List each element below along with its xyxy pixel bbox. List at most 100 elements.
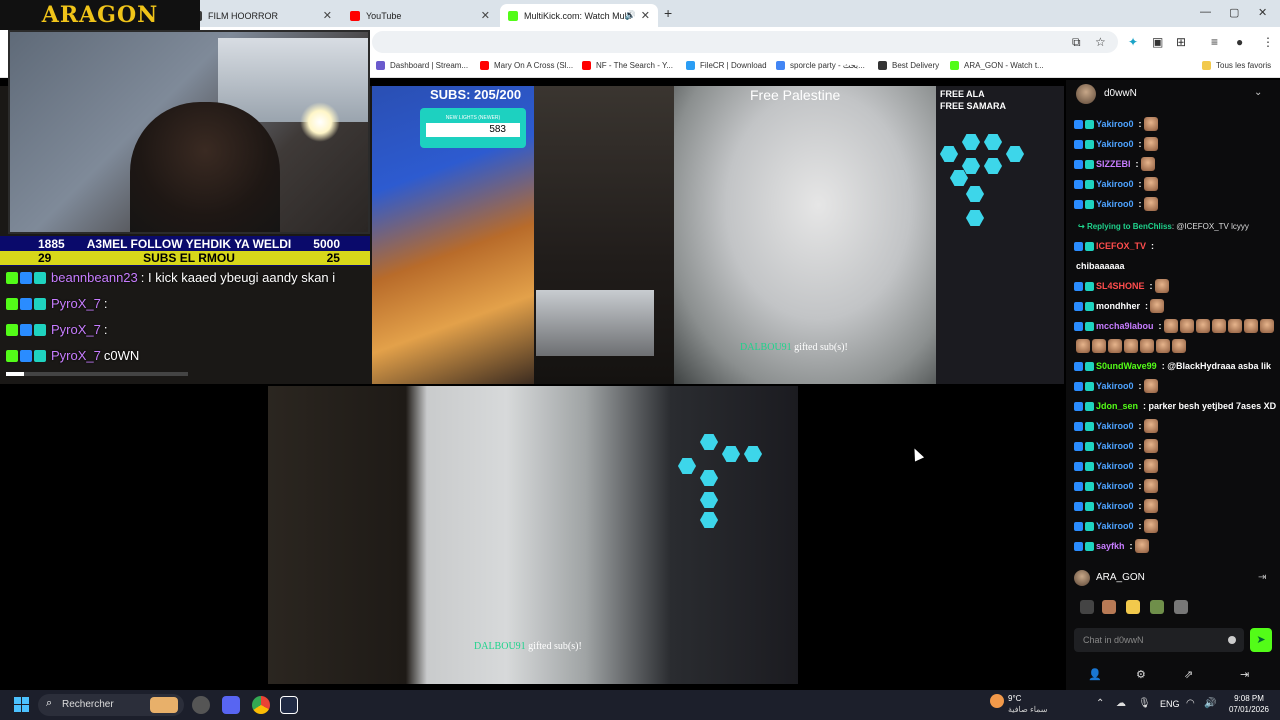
close-tab-icon[interactable]: ✕ [481, 9, 490, 22]
chevron-up-icon[interactable]: ⌃ [1096, 698, 1104, 709]
chat-message: Yakiroo0: [1074, 136, 1158, 152]
copilot-icon[interactable] [192, 696, 210, 714]
clock-time[interactable]: 9:08 PM [1226, 694, 1272, 703]
emote-picker-item[interactable] [1150, 600, 1164, 614]
bookmark-star-icon[interactable]: ☆ [1095, 35, 1106, 49]
chat-username[interactable]: Yakiroo0 [1096, 139, 1134, 149]
speaker-icon[interactable]: 🔊 [625, 10, 636, 21]
channel-avatar[interactable] [1076, 84, 1096, 104]
chrome-icon[interactable] [252, 696, 270, 714]
maximize-button[interactable]: ▢ [1229, 6, 1239, 19]
extensions-puzzle-icon[interactable]: ⊞ [1176, 35, 1186, 49]
emote-picker-item[interactable] [1102, 600, 1116, 614]
chat-username[interactable]: Yakiroo0 [1096, 179, 1134, 189]
stream-tile-bottom[interactable] [268, 386, 798, 684]
chat-username[interactable]: sayfkh [1096, 541, 1125, 551]
chat-emote [1172, 339, 1186, 353]
exit-icon[interactable]: ⇥ [1240, 668, 1249, 681]
goal-bar: 1885 A3MEL FOLLOW YEHDIK YA WELDI 5000 2… [0, 236, 370, 266]
tab-youtube[interactable]: YouTube ✕ [342, 4, 498, 27]
chevron-down-icon[interactable]: ⌄ [1254, 87, 1262, 98]
chat-channel-name[interactable]: d0wwN [1104, 88, 1137, 99]
cloud-icon[interactable]: ☁ [1116, 698, 1126, 709]
stream-tile-lights[interactable] [936, 86, 1064, 384]
bookmark-item[interactable]: ARA_GON - Watch t... [950, 61, 1044, 70]
app-u-icon[interactable] [280, 696, 298, 714]
bookmark-item[interactable]: FileCR | Download [686, 61, 767, 70]
share-icon[interactable]: ⇗ [1184, 668, 1193, 681]
bookmark-item[interactable]: Best Delivery [878, 61, 939, 70]
weather-temp[interactable]: 9°C [1008, 694, 1021, 703]
sub-badge-icon [1074, 199, 1083, 209]
add-user-icon[interactable]: 👤 [1088, 668, 1102, 681]
chat-username[interactable]: Yakiroo0 [1096, 521, 1134, 531]
address-bar[interactable] [372, 31, 1118, 53]
chat-emote [1092, 339, 1106, 353]
chat-text: : [1138, 501, 1142, 511]
volume-icon[interactable]: 🔊 [1204, 698, 1216, 709]
media-control-icon[interactable]: ≡ [1211, 35, 1218, 49]
emoji-icon[interactable] [1228, 636, 1236, 644]
extension-frame-icon[interactable]: ▣ [1152, 35, 1163, 49]
discord-icon[interactable] [222, 696, 240, 714]
chat-username[interactable]: Yakiroo0 [1096, 481, 1134, 491]
gear-icon[interactable]: ⚙ [1136, 668, 1146, 681]
tab-film-hoorror[interactable]: FILM HOORROR ✕ [184, 4, 340, 27]
logout-icon[interactable]: ⇥ [1258, 572, 1266, 583]
close-tab-icon[interactable]: ✕ [641, 9, 650, 22]
chat-username[interactable]: S0undWave99 [1096, 361, 1157, 371]
chat-message: Yakiroo0: [1074, 498, 1158, 514]
minimize-button[interactable]: — [1200, 6, 1211, 18]
profile-icon[interactable]: ● [1236, 35, 1243, 49]
chat-emote [1134, 539, 1149, 553]
chat-username[interactable]: Yakiroo0 [1096, 421, 1134, 431]
wifi-icon[interactable]: ◠ [1186, 698, 1195, 709]
chat-username[interactable]: Yakiroo0 [1096, 119, 1134, 129]
bookmark-item[interactable]: Dashboard | Stream... [376, 61, 468, 70]
chat-emote [1140, 157, 1155, 171]
windows-start-icon[interactable] [14, 697, 30, 713]
new-tab-button[interactable]: + [664, 5, 672, 21]
lights-label: NEW LIGHTS (NEWER) [445, 115, 501, 121]
chat-username[interactable]: Yakiroo0 [1096, 199, 1134, 209]
stream-tile-main[interactable] [674, 86, 936, 384]
chat-username[interactable]: mondhher [1096, 301, 1140, 311]
chat-username[interactable]: Yakiroo0 [1096, 441, 1134, 451]
language-indicator[interactable]: ENG [1160, 699, 1180, 709]
chat-emote [1143, 459, 1158, 473]
chat-username[interactable]: SIZZEBI [1096, 159, 1131, 169]
microphone-icon[interactable]: 🎙 [1138, 698, 1151, 709]
gift-badge-icon [34, 323, 46, 336]
send-button[interactable]: ➤ [1250, 628, 1272, 652]
chat-input[interactable]: Chat in d0wwN [1074, 628, 1244, 652]
chat-message: S0undWave99: @BlackHydraaa asba lik [1074, 358, 1271, 374]
extension-icon[interactable]: ✦ [1128, 35, 1138, 49]
tab-multikick[interactable]: MultiKick.com: Watch Multi 🔊 ✕ [500, 4, 658, 27]
chat-username[interactable]: Yakiroo0 [1096, 461, 1134, 471]
all-bookmarks-folder[interactable]: Tous les favoris [1202, 61, 1271, 70]
clock-date[interactable]: 07/01/2026 [1226, 705, 1272, 714]
sub-badge-icon [20, 323, 32, 336]
star-emote-icon[interactable] [1126, 600, 1140, 614]
chat-username[interactable]: Yakiroo0 [1096, 381, 1134, 391]
emote-picker-item[interactable] [1080, 600, 1094, 614]
chat-username[interactable]: mccha9labou [1096, 321, 1154, 331]
sub-badge-icon [1074, 401, 1083, 411]
chat-username[interactable]: Yakiroo0 [1096, 501, 1134, 511]
bookmark-item[interactable]: sporcle party - بحث... [776, 61, 865, 70]
tab-title: YouTube [366, 10, 402, 21]
chat-username[interactable]: Jdon_sen [1096, 401, 1138, 411]
chat-username[interactable]: SL4SHONE [1096, 281, 1145, 291]
close-window-button[interactable]: ✕ [1258, 6, 1267, 19]
close-tab-icon[interactable]: ✕ [323, 9, 332, 22]
bookmark-item[interactable]: NF - The Search - Y... [582, 61, 673, 70]
chat-username[interactable]: ICEFOX_TV [1096, 241, 1146, 251]
weather-icon[interactable] [990, 694, 1004, 708]
kick-badge-icon [6, 271, 18, 284]
search-highlight-icon[interactable] [150, 697, 178, 713]
translate-icon[interactable]: ⧉ [1072, 35, 1081, 50]
emote-picker-item[interactable] [1174, 600, 1188, 614]
menu-kebab-icon[interactable]: ⋮ [1262, 35, 1274, 49]
bookmark-item[interactable]: Mary On A Cross (Sl... [480, 61, 573, 70]
weather-description[interactable]: سماء صافية [1008, 705, 1048, 714]
